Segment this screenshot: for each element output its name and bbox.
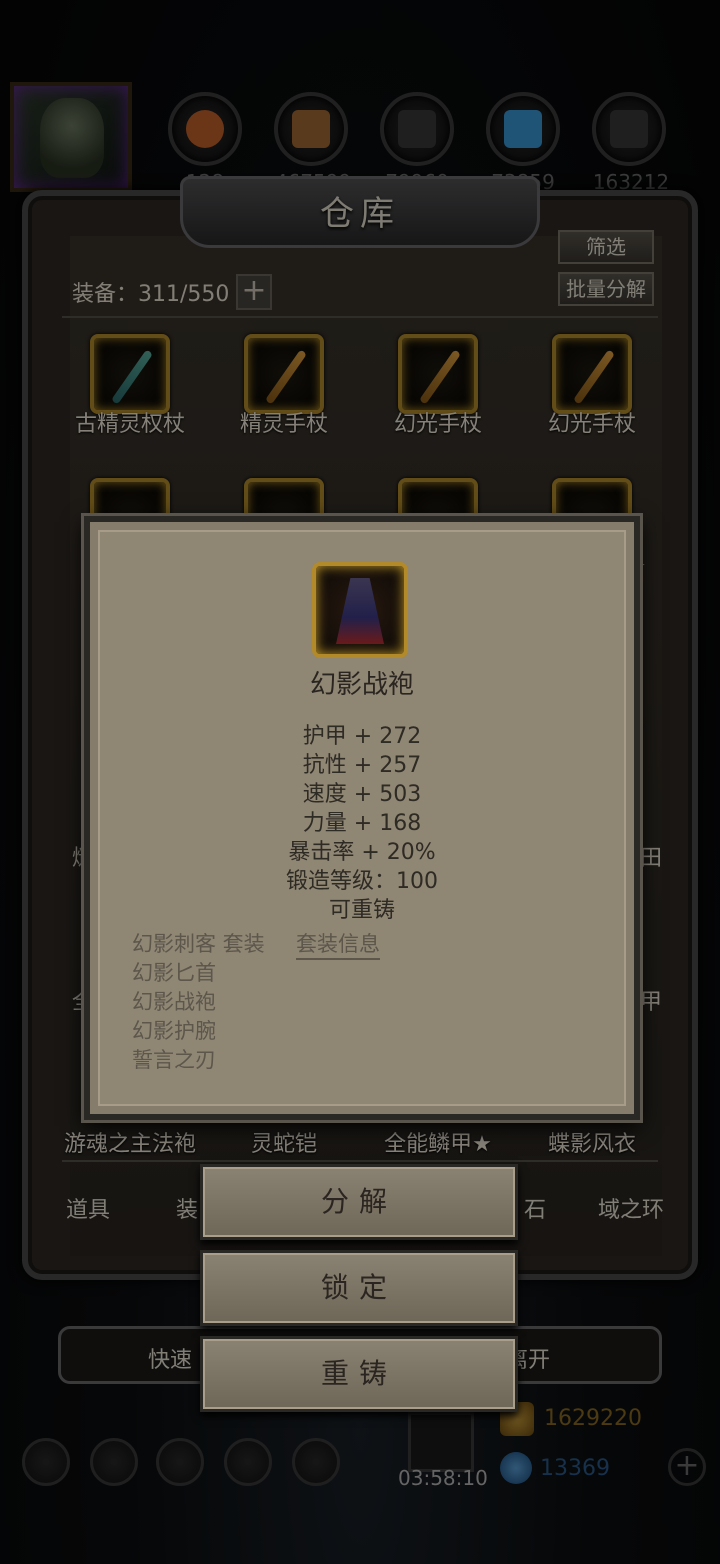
reforgeable-note: 可重铸 <box>328 898 395 923</box>
tooltip-item-name: 幻影战袍 <box>309 670 414 700</box>
stat-line: 力量 + 168 <box>302 811 422 836</box>
set-item: 誓言之刃 <box>132 1048 216 1072</box>
lock-button[interactable]: 锁定 <box>200 1250 518 1326</box>
reforge-button[interactable]: 重铸 <box>200 1336 518 1412</box>
set-item: 幻影匕首 <box>132 961 216 985</box>
set-item: 幻影护腕 <box>132 1019 216 1043</box>
stat-line: 抗性 + 257 <box>302 753 422 778</box>
robe-icon <box>336 578 384 644</box>
set-info-link[interactable]: 套装信息 <box>296 928 380 960</box>
stat-line: 护甲 + 272 <box>302 724 422 749</box>
stat-line: 锻造等级：100 <box>286 869 438 894</box>
set-title: 幻影刺客 套装 <box>132 932 265 956</box>
stat-line: 速度 + 503 <box>302 782 422 807</box>
decompose-button[interactable]: 分解 <box>200 1164 518 1240</box>
set-item: 幻影战袍 <box>132 990 216 1014</box>
tooltip-item-icon <box>312 562 408 658</box>
stat-line: 暴击率 + 20% <box>288 840 436 865</box>
